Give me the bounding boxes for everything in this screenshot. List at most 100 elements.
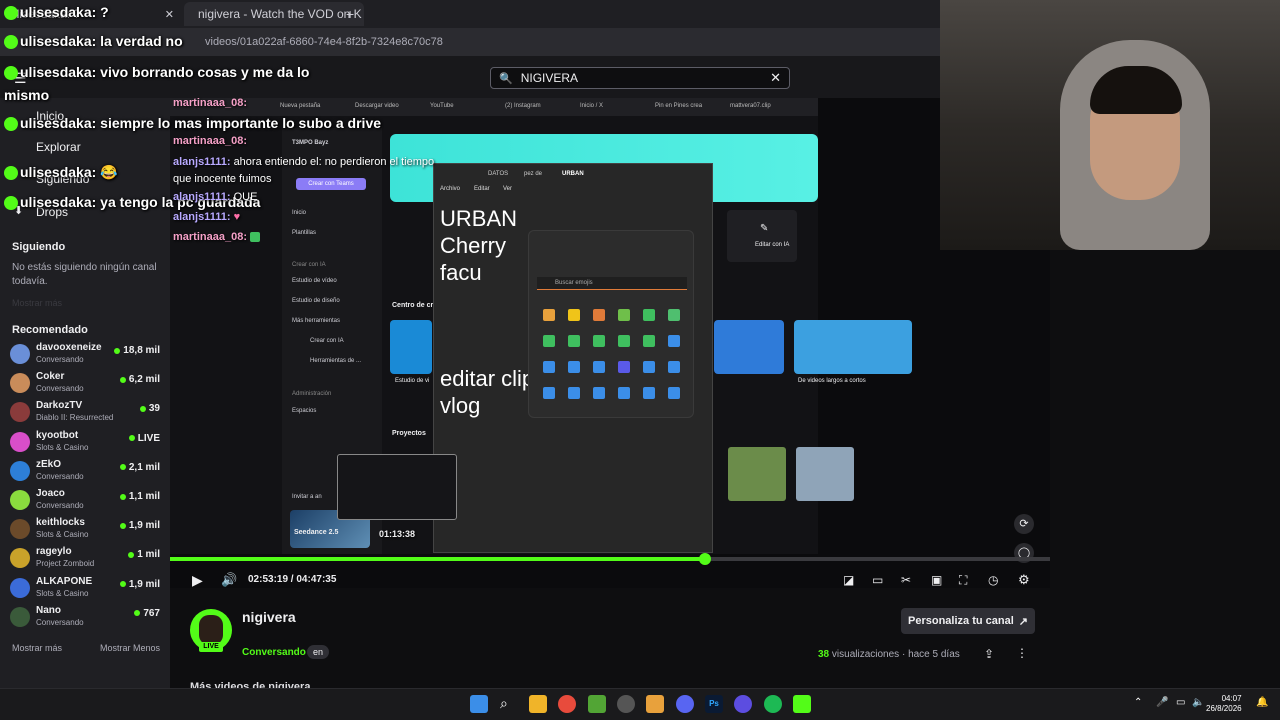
sidebar-channel[interactable]: DarkozTV Diablo II: Resurrected 39 <box>10 398 160 426</box>
volume-icon[interactable]: 🔊 <box>221 572 237 588</box>
tab-2[interactable]: nigivera - Watch the VOD on K ✕ <box>184 2 364 26</box>
video-meta: 38 visualizaciones · hace 5 días <box>818 649 960 660</box>
network-icon[interactable]: ▭ <box>1176 697 1185 708</box>
new-tab-button[interactable]: + <box>346 6 354 22</box>
close-icon[interactable]: ✕ <box>165 8 174 21</box>
inner-tab: Descargar video <box>355 103 399 109</box>
channel-category[interactable]: Conversando <box>242 647 306 658</box>
emoji-icon <box>593 361 605 373</box>
minecraft-icon[interactable] <box>588 695 606 713</box>
emoji-icon <box>618 361 630 373</box>
sidebar-channel[interactable]: keithlocks Slots & Casino 1,9 mil <box>10 515 160 543</box>
start-icon[interactable] <box>470 695 488 713</box>
sidebar-channel[interactable]: Nano Conversando 767 <box>10 603 160 631</box>
channel-avatar <box>10 431 30 452</box>
search-taskbar-icon[interactable]: ⌕ <box>500 695 518 713</box>
sidebar-channel[interactable]: rageylo Project Zomboid 1 mil <box>10 544 160 572</box>
canva-nav: Plantillas <box>292 230 317 236</box>
progress-knob[interactable] <box>699 553 712 565</box>
clear-search-icon[interactable]: ✕ <box>770 70 781 86</box>
photoshop-icon[interactable]: Ps <box>705 695 723 713</box>
sidebar-channel[interactable]: davooxeneize Conversando 18,8 mil <box>10 340 160 368</box>
channel-viewers: 39 <box>139 403 160 414</box>
channel-avatar <box>10 460 30 481</box>
share-icon[interactable]: ⇪ <box>984 647 994 661</box>
channel-name: DarkozTV <box>36 400 83 412</box>
emoji-icon <box>543 309 555 321</box>
play-icon[interactable]: ▶ <box>192 572 203 589</box>
channel-game: Conversando <box>36 501 84 510</box>
canva-user: T3MPO Bayz <box>292 140 329 146</box>
chevron-up-icon[interactable]: ⌃ <box>1134 697 1142 708</box>
channel-avatar <box>10 606 30 627</box>
notification-bell-icon[interactable]: 🔔 <box>1256 697 1268 708</box>
sidebar-channel[interactable]: zEkO Conversando 2,1 mil <box>10 457 160 485</box>
sidebar-channel[interactable]: Joaco Conversando 1,1 mil <box>10 486 160 514</box>
inner-tab: Pin en Pines crea <box>655 103 703 109</box>
miniplayer-icon[interactable]: ◪ <box>843 573 854 587</box>
canva-projects: Proyectos <box>392 430 426 437</box>
avatar-face <box>199 615 223 645</box>
theater-icon[interactable]: ▭ <box>872 573 883 587</box>
canva-nav: Más herramientas <box>292 318 341 324</box>
live-dot-icon <box>134 610 141 617</box>
clip-create-icon[interactable]: ✂ <box>901 573 911 587</box>
language-tag[interactable]: en <box>307 645 330 659</box>
webcam-feed <box>940 0 1280 250</box>
chrome-icon[interactable] <box>558 695 576 713</box>
discord-icon[interactable] <box>676 695 694 713</box>
channel-name: zEkO <box>36 458 62 470</box>
sidebar-channel[interactable]: kyootbot Slots & Casino LIVE <box>10 428 160 456</box>
canva-card-label: Estudio de vi <box>395 378 430 384</box>
vegas-icon[interactable] <box>734 695 752 713</box>
pip-icon[interactable]: ▣ <box>931 573 942 587</box>
canva-nav: Invitar a an <box>292 494 322 500</box>
search-value: NIGIVERA <box>520 71 579 85</box>
sidebar-channel[interactable]: ALKAPONE Slots & Casino 1,9 mil <box>10 574 160 602</box>
more-options-icon[interactable]: ⋮ <box>1016 646 1028 660</box>
obs-icon[interactable] <box>617 695 635 713</box>
canva-nav: Estudio de diseño <box>292 298 340 304</box>
clip-icon[interactable]: ⟳ <box>1014 514 1034 534</box>
viewer-count: LIVE <box>137 432 160 444</box>
emoji-icon <box>593 309 605 321</box>
file-explorer-icon[interactable] <box>529 695 547 713</box>
channel-avatar <box>10 577 30 598</box>
mic-icon[interactable]: 🎤 <box>1156 697 1168 708</box>
fullscreen-icon[interactable]: ⛶ <box>959 573 967 588</box>
nav-item-explorar[interactable]: Explorar <box>36 140 81 154</box>
show-less-button[interactable]: Mostrar Menos <box>100 643 160 653</box>
channel-avatar <box>10 344 30 364</box>
clock[interactable]: 04:07 26/8/2026 <box>1206 694 1242 714</box>
stream-chat-line: alanjs1111: ahora entiendo el: no perdie… <box>173 156 435 168</box>
settings-gear-icon[interactable]: ⚙ <box>1018 572 1030 588</box>
sidebar-channel[interactable]: Coker Conversando 6,2 mil <box>10 369 160 397</box>
emoji-icon <box>643 361 655 373</box>
verified-icon <box>4 166 18 181</box>
notepad-tab: pez de <box>524 171 543 177</box>
channel-name[interactable]: nigivera <box>242 609 296 625</box>
speed-icon[interactable]: ◷ <box>988 573 998 587</box>
inner-tab: mattvera07.clip <box>730 103 771 109</box>
kick-icon[interactable] <box>793 695 811 713</box>
canva-nav: Crear con IA <box>292 262 326 268</box>
speaker-icon[interactable]: 🔈 <box>1192 697 1204 708</box>
live-dot-icon <box>119 464 126 471</box>
customize-channel-button[interactable]: Personaliza tu canal ↗ <box>901 608 1035 634</box>
inner-tab: (2) Instagram <box>505 103 541 109</box>
stream-chat-line: que inocente fuimos <box>173 173 272 185</box>
url-text[interactable]: videos/01a022af-6860-74e4-8f2b-7324e8c70… <box>205 36 443 48</box>
channel-viewers: 6,2 mil <box>119 374 160 385</box>
emoji-icon <box>568 387 580 399</box>
seek-preview-thumbnail <box>337 454 457 520</box>
search-input[interactable]: 🔍 NIGIVERA ✕ <box>490 67 790 89</box>
channel-name: davooxeneize <box>36 342 102 353</box>
canva-card <box>727 210 797 262</box>
tab-label: nigivera - Watch the VOD on K <box>198 7 362 21</box>
show-more-button[interactable]: Mostrar más <box>12 643 62 653</box>
app-icon[interactable] <box>646 695 664 713</box>
following-show-more[interactable]: Mostrar más <box>12 298 62 308</box>
emoji-icon <box>618 335 630 347</box>
channel-avatar <box>10 402 30 423</box>
spotify-icon[interactable] <box>764 695 782 713</box>
